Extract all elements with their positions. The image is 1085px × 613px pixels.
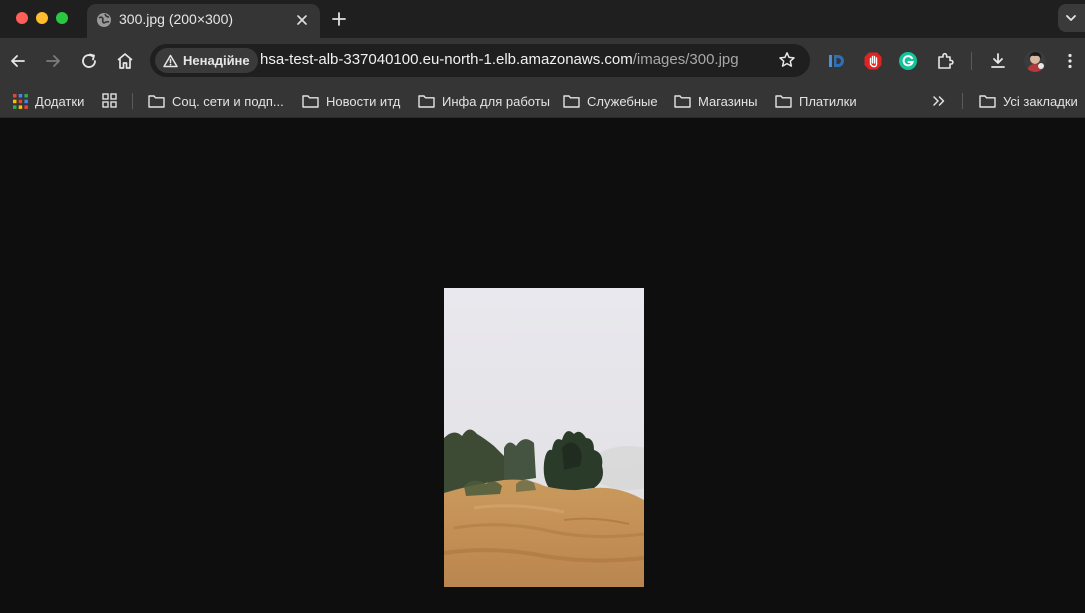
tab-search-button[interactable] xyxy=(1058,4,1085,32)
bookmarks-separator xyxy=(962,93,963,109)
new-tab-button[interactable] xyxy=(330,10,348,28)
grammarly-icon[interactable] xyxy=(898,51,918,71)
security-label: Ненадійне xyxy=(183,53,250,68)
folder-icon xyxy=(148,95,165,108)
forward-arrow-icon[interactable] xyxy=(43,51,63,71)
window-close-button[interactable] xyxy=(16,12,28,24)
security-chip[interactable]: Ненадійне xyxy=(155,48,258,73)
back-arrow-icon[interactable] xyxy=(8,51,28,71)
more-menu-icon[interactable] xyxy=(1060,51,1080,71)
folder-icon xyxy=(674,95,691,108)
folder-icon xyxy=(775,95,792,108)
bookmark-folder[interactable]: Магазины xyxy=(674,90,758,112)
puzzle-extensions-icon[interactable] xyxy=(935,51,955,71)
bookmark-star-icon[interactable] xyxy=(778,51,796,69)
displayed-image[interactable] xyxy=(444,288,644,587)
bookmark-folder-label: Служебные xyxy=(587,93,658,109)
bookmark-folder-label: Новости итд xyxy=(326,93,401,109)
download-icon[interactable] xyxy=(988,51,1008,71)
url-text[interactable]: hsa-test-alb-337040100.eu-north-1.elb.am… xyxy=(260,51,739,68)
id-extension-icon[interactable] xyxy=(826,51,846,71)
bookmarks-bar: Додатки Соц. сети и подп... Новости итд … xyxy=(0,84,1085,118)
bookmark-folder[interactable]: Служебные xyxy=(563,90,658,112)
url-host: hsa-test-alb-337040100.eu-north-1.elb.am… xyxy=(260,51,633,68)
page-content xyxy=(0,118,1085,613)
home-icon[interactable] xyxy=(115,51,135,71)
hand-stop-extension-icon[interactable] xyxy=(863,51,883,71)
bookmark-folder[interactable]: Соц. сети и подп... xyxy=(148,90,284,112)
active-tab[interactable]: 300.jpg (200×300) xyxy=(87,4,320,38)
folder-icon xyxy=(979,95,996,108)
bookmark-folder[interactable]: Платилки xyxy=(775,90,857,112)
tab-groups-icon[interactable] xyxy=(102,93,117,108)
address-bar[interactable]: Ненадійне hsa-test-alb-337040100.eu-nort… xyxy=(150,44,810,77)
chevron-double-right-icon[interactable] xyxy=(932,94,946,108)
bookmark-folder-label: Инфа для работы xyxy=(442,93,551,109)
close-icon[interactable] xyxy=(294,12,310,28)
globe-icon xyxy=(97,13,111,27)
folder-icon xyxy=(302,95,319,108)
bookmark-folder-label: Платилки xyxy=(799,93,857,109)
tab-strip: 300.jpg (200×300) xyxy=(0,0,1085,38)
folder-icon xyxy=(418,95,435,108)
window-minimize-button[interactable] xyxy=(36,12,48,24)
profile-avatar[interactable] xyxy=(1024,50,1046,72)
window-maximize-button[interactable] xyxy=(56,12,68,24)
chevron-down-icon xyxy=(1066,15,1076,21)
apps-grid-icon xyxy=(13,93,28,109)
bookmark-folder-label: Соц. сети и подп... xyxy=(172,93,284,109)
folder-icon xyxy=(563,95,580,108)
reload-icon[interactable] xyxy=(79,51,99,71)
warning-triangle-icon xyxy=(163,54,178,67)
all-bookmarks-button[interactable]: Усі закладки xyxy=(979,90,1078,112)
bookmarks-separator xyxy=(132,93,133,109)
toolbar-separator xyxy=(971,52,972,70)
bookmark-apps-label: Додатки xyxy=(35,93,85,109)
avatar-image xyxy=(1024,50,1046,72)
all-bookmarks-label: Усі закладки xyxy=(1003,93,1078,109)
tab-title: 300.jpg (200×300) xyxy=(119,11,234,27)
bookmark-apps[interactable]: Додатки xyxy=(13,90,84,112)
bookmark-folder[interactable]: Новости итд xyxy=(302,90,400,112)
bookmark-folder[interactable]: Инфа для работы xyxy=(418,90,550,112)
url-path: /images/300.jpg xyxy=(632,51,739,68)
bookmark-folder-label: Магазины xyxy=(698,93,758,109)
browser-toolbar: Ненадійне hsa-test-alb-337040100.eu-nort… xyxy=(0,38,1085,84)
